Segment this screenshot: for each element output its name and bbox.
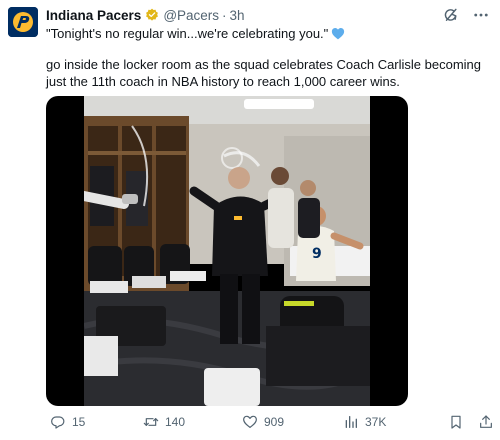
- svg-text:9: 9: [312, 246, 322, 262]
- tweet-quote-line: "Tonight's no regular win...we're celebr…: [46, 25, 345, 42]
- separator-dot: ·: [222, 7, 227, 23]
- share-button[interactable]: [478, 414, 494, 430]
- pacers-logo-icon: [8, 7, 38, 37]
- views-icon: [343, 414, 359, 430]
- repost-button[interactable]: 140: [143, 414, 185, 430]
- reply-count: 15: [72, 415, 86, 429]
- like-icon: [242, 414, 258, 430]
- reply-button[interactable]: 15: [50, 414, 85, 430]
- reply-icon: [50, 414, 66, 430]
- tweet-tools: [442, 6, 490, 24]
- like-button[interactable]: 909: [242, 414, 284, 430]
- author-handle[interactable]: @Pacers: [163, 8, 219, 23]
- action-bar: 15 140 909 37K: [46, 414, 494, 434]
- author-avatar[interactable]: [8, 7, 38, 37]
- share-icon: [478, 414, 494, 430]
- video-media[interactable]: 9: [46, 96, 408, 406]
- author-name[interactable]: Indiana Pacers: [46, 8, 141, 23]
- locker-room-video-frame: 9: [84, 96, 370, 406]
- verified-badge-icon[interactable]: [145, 8, 159, 22]
- bookmark-icon: [448, 414, 464, 430]
- repost-count: 140: [165, 415, 186, 429]
- grok-icon[interactable]: [442, 6, 460, 24]
- quote-text: "Tonight's no regular win...we're celebr…: [46, 26, 329, 41]
- tweet-body: go inside the locker room as the squad c…: [46, 57, 482, 89]
- tweet-header: Indiana Pacers @Pacers · 3h: [46, 6, 245, 24]
- repost-icon: [143, 414, 159, 430]
- bookmark-button[interactable]: [448, 414, 464, 430]
- blue-heart-icon: [331, 27, 345, 40]
- like-count: 909: [264, 415, 285, 429]
- views-button[interactable]: 37K: [343, 414, 386, 430]
- post-timestamp[interactable]: 3h: [230, 8, 245, 23]
- views-count: 37K: [365, 415, 387, 429]
- tweet-card[interactable]: Indiana Pacers @Pacers · 3h "Tonight's n…: [0, 0, 500, 440]
- more-icon[interactable]: [472, 6, 490, 24]
